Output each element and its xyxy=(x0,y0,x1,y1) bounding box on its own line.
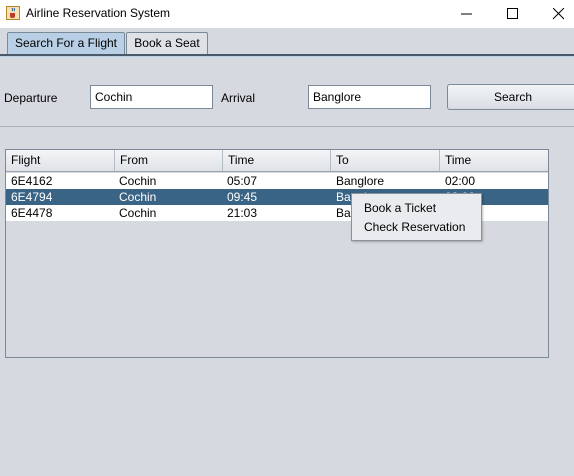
departure-label: Departure xyxy=(4,91,58,105)
close-icon xyxy=(553,8,565,20)
minimize-icon xyxy=(461,13,472,15)
cell-flight: 6E4478 xyxy=(11,206,53,220)
context-menu: Book a Ticket Check Reservation xyxy=(351,193,482,241)
arrival-input[interactable]: Banglore xyxy=(308,85,431,109)
cell-to: Banglore xyxy=(336,174,385,188)
column-header-flight[interactable]: Flight xyxy=(6,150,115,171)
cell-flight: 6E4162 xyxy=(11,174,53,188)
maximize-icon xyxy=(507,8,518,19)
close-button[interactable] xyxy=(536,0,574,28)
menu-item-check-reservation[interactable]: Check Reservation xyxy=(352,218,481,237)
separator xyxy=(0,126,574,127)
tab-book-a-seat[interactable]: Book a Seat xyxy=(126,32,208,54)
column-header-to[interactable]: To xyxy=(331,150,440,171)
table-header: Flight From Time To Time xyxy=(6,150,548,172)
title-bar: Airline Reservation System xyxy=(0,0,574,28)
cell-arrival-time: 02:00 xyxy=(445,174,476,188)
cell-from: Cochin xyxy=(119,190,157,204)
column-header-departure-time[interactable]: Time xyxy=(223,150,331,171)
tab-divider-highlight xyxy=(0,56,574,57)
java-cup-icon xyxy=(6,6,20,20)
cell-flight: 6E4794 xyxy=(11,190,53,204)
cell-departure-time: 05:07 xyxy=(227,174,258,188)
table-row[interactable]: 6E4162 Cochin 05:07 Banglore 02:00 xyxy=(6,173,548,189)
minimize-button[interactable] xyxy=(444,0,490,28)
search-button[interactable]: Search xyxy=(447,84,574,110)
menu-item-book-a-ticket[interactable]: Book a Ticket xyxy=(352,199,481,218)
tab-search-for-a-flight[interactable]: Search For a Flight xyxy=(7,32,125,54)
cell-departure-time: 21:03 xyxy=(227,206,258,220)
window-title: Airline Reservation System xyxy=(26,6,171,20)
cell-from: Cochin xyxy=(119,174,157,188)
arrival-label: Arrival xyxy=(221,91,256,105)
column-header-arrival-time[interactable]: Time xyxy=(440,150,548,171)
maximize-button[interactable] xyxy=(490,0,536,28)
cell-departure-time: 09:45 xyxy=(227,190,258,204)
flights-table[interactable]: Flight From Time To Time 6E4162 Cochin 0… xyxy=(5,149,549,358)
cell-from: Cochin xyxy=(119,206,157,220)
column-header-from[interactable]: From xyxy=(115,150,223,171)
departure-input[interactable]: Cochin xyxy=(90,85,213,109)
